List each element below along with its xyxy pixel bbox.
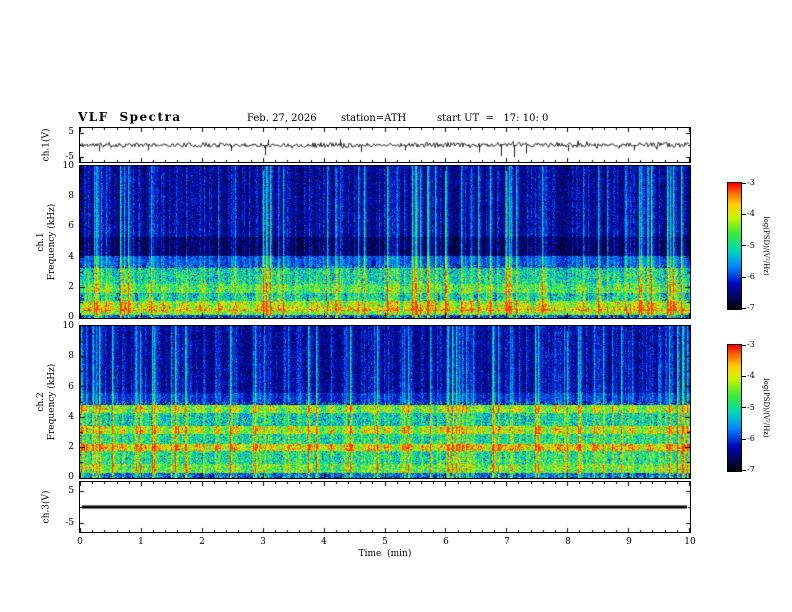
colorbar-tick-mark bbox=[742, 345, 746, 346]
colorbar-tick-label: -7 bbox=[747, 465, 755, 474]
colorbar-tick-mark bbox=[742, 376, 746, 377]
x-tick-label: 9 bbox=[626, 537, 632, 547]
colorbar-tick-mark bbox=[742, 308, 746, 309]
colorbar-tick-label: -6 bbox=[747, 272, 755, 281]
x-tick-label: 2 bbox=[199, 537, 205, 547]
colorbar-tick-mark bbox=[742, 214, 746, 215]
y-tick-label: 4 bbox=[68, 252, 74, 262]
colorbar-tick-label: -7 bbox=[747, 303, 755, 312]
ch2-frequency-axis-label: ch.2 Frequency (kHz) bbox=[36, 364, 58, 441]
ch1-waveform-canvas bbox=[80, 128, 690, 162]
x-tick-label: 0 bbox=[77, 537, 83, 547]
time-axis-label: Time (min) bbox=[358, 549, 412, 559]
y-tick-label: 2 bbox=[68, 442, 74, 452]
x-tick-label: 4 bbox=[321, 537, 327, 547]
ch1-waveform-panel bbox=[79, 127, 691, 163]
station-label: station=ATH bbox=[341, 113, 407, 124]
y-tick-label: 2 bbox=[68, 282, 74, 292]
x-tick-label: 7 bbox=[504, 537, 510, 547]
colorbar-tick-mark bbox=[742, 407, 746, 408]
y-tick-label: 6 bbox=[68, 221, 74, 231]
x-tick-label: 6 bbox=[443, 537, 449, 547]
x-tick-label: 3 bbox=[260, 537, 266, 547]
ch2-frequency-axis-text: Frequency (kHz) bbox=[47, 363, 57, 441]
colorbar-tick-label: -6 bbox=[747, 434, 755, 443]
x-tick-label: 5 bbox=[382, 537, 388, 547]
colorbar-tick-label: -5 bbox=[747, 403, 755, 412]
start-ut-label: start UT = 17: 10: 0 bbox=[437, 113, 549, 124]
y-tick-label: 8 bbox=[68, 351, 74, 361]
y-tick-label: 4 bbox=[68, 412, 74, 422]
y-tick-label: 5 bbox=[68, 127, 74, 137]
y-tick-label: 10 bbox=[62, 321, 74, 331]
colorbar-tick-mark bbox=[742, 277, 746, 278]
date-label: Feb. 27, 2026 bbox=[247, 113, 317, 124]
ch1-frequency-axis-channel: ch.1 bbox=[36, 232, 47, 252]
ch2-colorbar bbox=[727, 344, 742, 472]
ch2-colorbar-label: log(PSD)/(V²/Hz) bbox=[762, 378, 770, 438]
ch1-colorbar-canvas bbox=[728, 183, 741, 309]
y-tick-label: 5 bbox=[68, 486, 74, 496]
ch3-voltage-axis-label: ch.3(V) bbox=[41, 490, 52, 524]
ch3-waveform-canvas bbox=[80, 482, 690, 532]
ch1-frequency-axis-label: ch.1 Frequency (kHz) bbox=[36, 204, 58, 281]
ch1-frequency-axis-text: Frequency (kHz) bbox=[47, 203, 57, 281]
colorbar-tick-mark bbox=[742, 439, 746, 440]
colorbar-tick-label: -3 bbox=[747, 340, 755, 349]
y-tick-label: 10 bbox=[62, 161, 74, 171]
ch3-waveform-panel bbox=[79, 481, 691, 533]
x-tick-label: 8 bbox=[565, 537, 571, 547]
colorbar-tick-mark bbox=[742, 183, 746, 184]
y-tick-label: 6 bbox=[68, 382, 74, 392]
ch2-spectrogram-panel bbox=[79, 325, 691, 479]
ch1-colorbar bbox=[727, 182, 742, 310]
colorbar-tick-label: -5 bbox=[747, 241, 755, 250]
x-tick-label: 1 bbox=[138, 537, 144, 547]
ch1-colorbar-label: log(PSD)/(V²/Hz) bbox=[762, 216, 770, 276]
ch2-colorbar-canvas bbox=[728, 345, 741, 471]
figure-title: VLF Spectra bbox=[78, 110, 182, 124]
ch1-spectrogram-canvas bbox=[80, 166, 690, 318]
colorbar-tick-mark bbox=[742, 470, 746, 471]
ch2-frequency-axis-channel: ch.2 bbox=[36, 392, 47, 412]
colorbar-tick-label: -3 bbox=[747, 178, 755, 187]
ch1-voltage-axis-label: ch.1(V) bbox=[41, 128, 52, 162]
colorbar-tick-label: -4 bbox=[747, 371, 755, 380]
x-tick-label: 10 bbox=[684, 537, 696, 547]
colorbar-tick-label: -4 bbox=[747, 209, 755, 218]
y-tick-label: 0 bbox=[68, 472, 74, 482]
y-tick-label: -5 bbox=[65, 518, 74, 528]
ch2-spectrogram-canvas bbox=[80, 326, 690, 478]
y-tick-label: 8 bbox=[68, 191, 74, 201]
colorbar-tick-mark bbox=[742, 245, 746, 246]
ch1-spectrogram-panel bbox=[79, 165, 691, 319]
vlf-spectra-figure: VLF Spectra Feb. 27, 2026 station=ATH st… bbox=[0, 0, 792, 612]
